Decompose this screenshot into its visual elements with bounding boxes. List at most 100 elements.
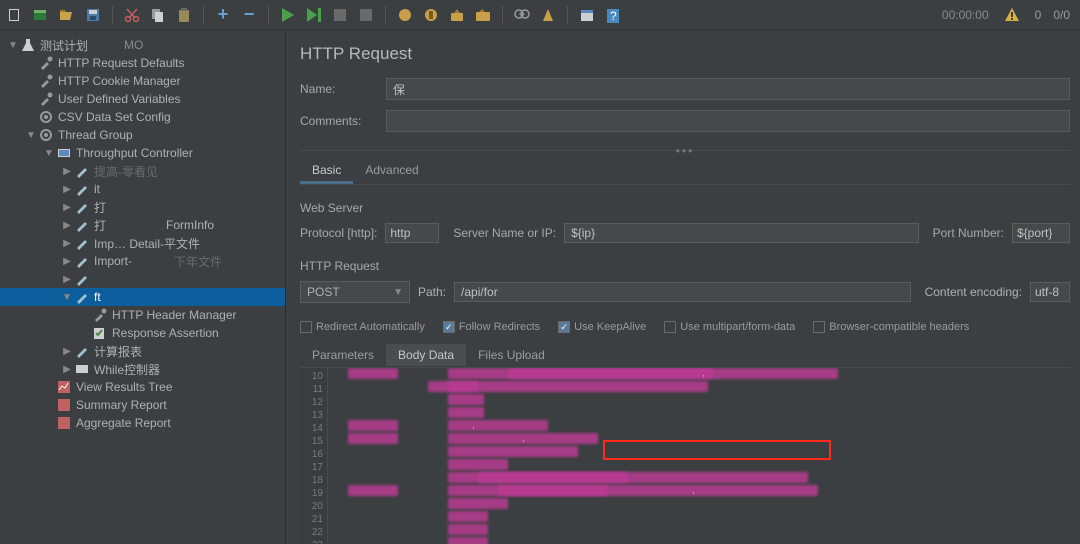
main-toolbar: + − ? 00:00:00 0 0/0 [0, 0, 1080, 30]
toolbar-sep [502, 6, 503, 24]
toolbar-sep [567, 6, 568, 24]
toolbar-sep [112, 6, 113, 24]
editor-gutter: 10111213141516171819202122232425 [300, 368, 328, 544]
tree-while-controller[interactable]: ▶While控制器 [0, 360, 285, 378]
follow-redirects-checkbox[interactable] [443, 321, 455, 333]
keepalive-checkbox[interactable] [558, 321, 570, 333]
tree-http-defaults[interactable]: HTTP Request Defaults [0, 54, 285, 72]
open-icon[interactable] [58, 6, 76, 24]
listener-icon [56, 415, 72, 431]
clear-icon[interactable] [448, 6, 466, 24]
sampler-icon [74, 163, 90, 179]
search-icon[interactable] [513, 6, 531, 24]
sampler-icon [74, 217, 90, 233]
tree-response-assertion[interactable]: Response Assertion [0, 324, 285, 342]
name-input[interactable] [386, 78, 1070, 100]
tree-item[interactable]: ▶提高-零看见 [0, 162, 285, 180]
tab-basic[interactable]: Basic [300, 159, 353, 184]
tree-item[interactable]: ▶Imp… Detail-平文件 [0, 234, 285, 252]
gear-icon [38, 109, 54, 125]
sampler-icon [74, 181, 90, 197]
browser-headers-checkbox[interactable] [813, 321, 825, 333]
web-server-row: Protocol [http]: Server Name or IP: Port… [300, 223, 1070, 243]
err-count: 0/0 [1053, 8, 1070, 22]
chevron-down-icon: ▼ [393, 287, 403, 298]
flask-icon [20, 37, 36, 53]
shutdown-icon[interactable] [357, 6, 375, 24]
main-tabs: Basic Advanced [300, 159, 1070, 185]
save-icon[interactable] [84, 6, 102, 24]
server-label: Server Name or IP: [453, 226, 556, 240]
sampler-icon [74, 343, 90, 359]
help-icon[interactable]: ? [604, 6, 622, 24]
minus-icon[interactable]: − [240, 6, 258, 24]
tree-item-selected[interactable]: ▼ft [0, 288, 285, 306]
tree-throughput-controller[interactable]: ▼Throughput Controller [0, 144, 285, 162]
remote-stop-icon[interactable] [422, 6, 440, 24]
new-icon[interactable] [6, 6, 24, 24]
gear-icon [38, 127, 54, 143]
multipart-checkbox[interactable] [664, 321, 676, 333]
cut-icon[interactable] [123, 6, 141, 24]
protocol-input[interactable] [385, 223, 439, 243]
tree-header-manager[interactable]: HTTP Header Manager [0, 306, 285, 324]
sampler-icon [74, 289, 90, 305]
redirect-auto-checkbox[interactable] [300, 321, 312, 333]
content-encoding-input[interactable] [1030, 282, 1070, 302]
protocol-label: Protocol [http]: [300, 226, 377, 240]
paste-icon[interactable] [175, 6, 193, 24]
tree-thread-group[interactable]: ▼Thread Group [0, 126, 285, 144]
tab-body-data[interactable]: Body Data [386, 344, 466, 366]
server-input[interactable] [564, 223, 919, 243]
tree-item[interactable]: ▶打 [0, 198, 285, 216]
tree-test-plan[interactable]: ▼测试计划MO [0, 36, 285, 54]
path-label: Path: [418, 285, 446, 299]
comments-row: Comments: [300, 110, 1070, 132]
body-editor[interactable]: 10111213141516171819202122232425 ,,,, [300, 367, 1070, 544]
remote-start-icon[interactable] [396, 6, 414, 24]
clear-all-icon[interactable] [474, 6, 492, 24]
warning-icon[interactable] [1003, 6, 1021, 24]
sampler-icon [74, 199, 90, 215]
comments-label: Comments: [300, 114, 386, 128]
tree-item[interactable]: ▶Import-下年文件 [0, 252, 285, 270]
app-root: + − ? 00:00:00 0 0/0 ▼测试计划MO HTTP Reques… [0, 0, 1080, 544]
run-no-pause-icon[interactable] [305, 6, 323, 24]
comments-input[interactable] [386, 110, 1070, 132]
tree-aggregate-report[interactable]: Aggregate Report [0, 414, 285, 432]
tree-cookie-manager[interactable]: HTTP Cookie Manager [0, 72, 285, 90]
stop-icon[interactable] [331, 6, 349, 24]
tab-files-upload[interactable]: Files Upload [466, 344, 557, 366]
tree-item[interactable]: ▶ [0, 270, 285, 288]
body-tabs: Parameters Body Data Files Upload [300, 343, 1070, 367]
port-input[interactable] [1012, 223, 1070, 243]
toolbar-sep [268, 6, 269, 24]
http-request-label: HTTP Request [300, 259, 1070, 273]
method-select[interactable]: POST▼ [300, 281, 410, 303]
name-label: Name: [300, 82, 386, 96]
tab-advanced[interactable]: Advanced [353, 159, 430, 184]
tree-user-vars[interactable]: User Defined Variables [0, 90, 285, 108]
copy-icon[interactable] [149, 6, 167, 24]
tree-summary-report[interactable]: Summary Report [0, 396, 285, 414]
run-icon[interactable] [279, 6, 297, 24]
plus-icon[interactable]: + [214, 6, 232, 24]
tree-item[interactable]: ▶计算报表 [0, 342, 285, 360]
reset-search-icon[interactable] [539, 6, 557, 24]
templates-icon[interactable] [32, 6, 50, 24]
tree-pane: ▼测试计划MO HTTP Request Defaults HTTP Cooki… [0, 30, 286, 544]
function-icon[interactable] [578, 6, 596, 24]
tab-parameters[interactable]: Parameters [300, 344, 386, 366]
options-row: Redirect Automatically Follow Redirects … [300, 321, 1070, 333]
path-input[interactable] [454, 282, 911, 302]
editor-code[interactable]: ,,,, [328, 368, 1070, 544]
tree-csv-config[interactable]: CSV Data Set Config [0, 108, 285, 126]
svg-text:?: ? [610, 9, 617, 23]
tree-item[interactable]: ▶it [0, 180, 285, 198]
collapse-dots-icon[interactable]: ••• [676, 144, 695, 158]
listener-icon [56, 379, 72, 395]
tree-view-results-tree[interactable]: View Results Tree [0, 378, 285, 396]
tree-item[interactable]: ▶打FormInfo [0, 216, 285, 234]
content-encoding-label: Content encoding: [925, 285, 1022, 299]
elapsed-timer: 00:00:00 [942, 8, 989, 22]
